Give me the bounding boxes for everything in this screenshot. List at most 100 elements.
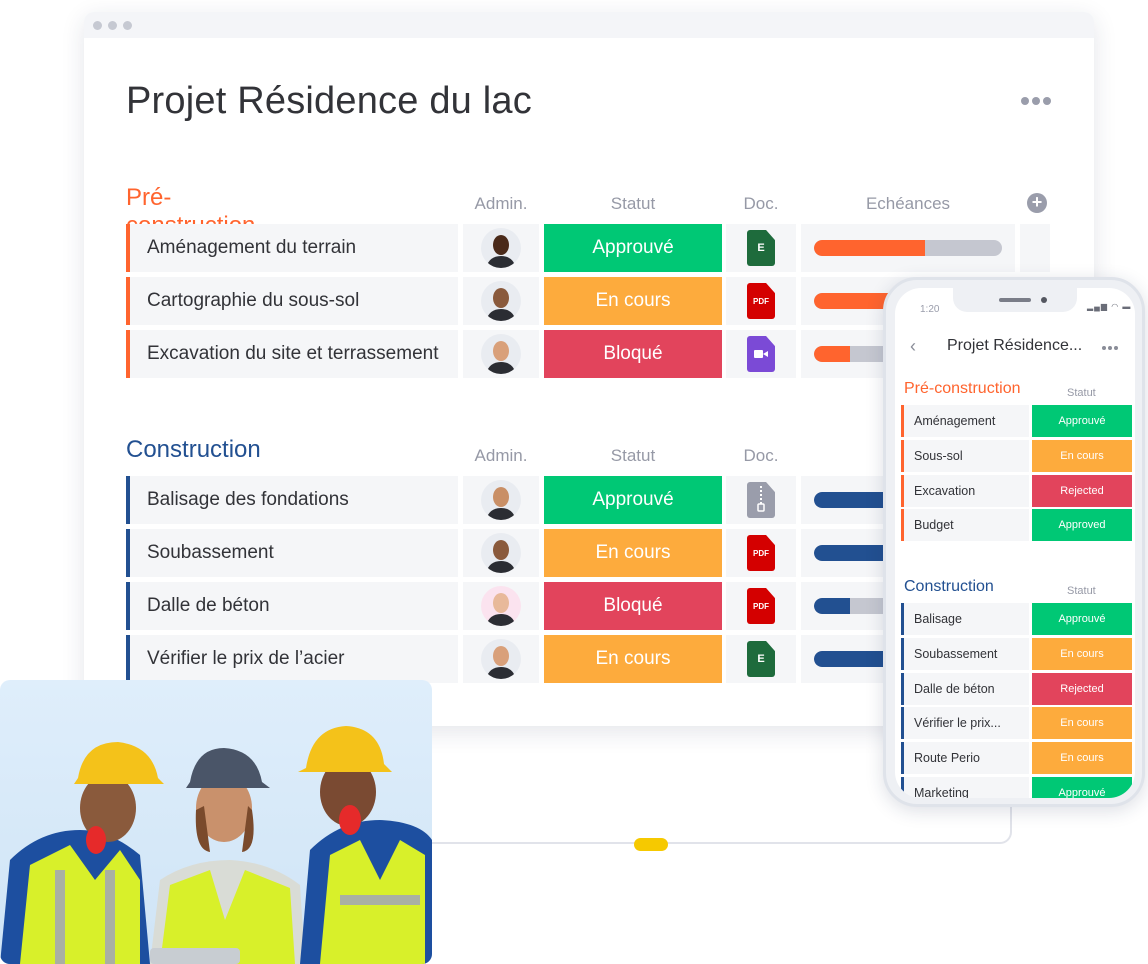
doc-cell[interactable] <box>726 330 796 378</box>
zip-file-icon[interactable] <box>747 482 775 518</box>
item-name[interactable]: Excavation du site et terrassement <box>126 330 458 378</box>
phone-item-name[interactable]: Marketing <box>901 777 1029 798</box>
phone-item-name[interactable]: Vérifier le prix... <box>901 707 1029 740</box>
more-options-icon[interactable] <box>1021 97 1051 105</box>
phone-group-title[interactable]: Construction <box>904 578 994 596</box>
avatar[interactable] <box>481 228 521 268</box>
phone-item-name[interactable]: Dalle de béton <box>901 672 1029 705</box>
timeline-bar[interactable] <box>814 240 1002 256</box>
window-dot-icon[interactable] <box>108 20 117 30</box>
phone-item-name[interactable]: Soubassement <box>901 637 1029 670</box>
status-badge[interactable]: Bloqué <box>544 582 722 630</box>
item-name[interactable]: Vérifier le prix de l’acier <box>126 635 458 683</box>
phone-list-item[interactable]: Route Perio En cours <box>901 742 1132 775</box>
admin-cell[interactable] <box>463 277 539 325</box>
column-header-admin[interactable]: Admin. <box>463 446 539 466</box>
phone-status-badge[interactable]: Approuvé <box>1032 603 1132 635</box>
phone-status-badge[interactable]: En cours <box>1032 637 1132 670</box>
video-file-icon[interactable] <box>747 336 775 372</box>
phone-list-item[interactable]: Dalle de béton Rejected <box>901 672 1132 705</box>
doc-cell[interactable]: E <box>726 635 796 683</box>
phone-list-item[interactable]: Aménagement Approuvé <box>901 405 1132 437</box>
pdf-file-icon[interactable]: PDF <box>747 283 775 319</box>
doc-cell[interactable]: PDF <box>726 582 796 630</box>
phone-item-name[interactable]: Sous-sol <box>901 439 1029 472</box>
deadline-cell[interactable] <box>801 224 1015 272</box>
phone-item-name[interactable]: Route Perio <box>901 742 1029 775</box>
phone-list-item[interactable]: Sous-sol En cours <box>901 439 1132 472</box>
phone-status-badge[interactable]: Approved <box>1032 509 1132 542</box>
avatar[interactable] <box>481 586 521 626</box>
phone-status-badge[interactable]: En cours <box>1032 742 1132 775</box>
column-header-deadlines[interactable]: Echéances <box>801 194 1015 214</box>
phone-status-badge[interactable]: Rejected <box>1032 474 1132 507</box>
phone-item-name[interactable]: Balisage <box>901 603 1029 635</box>
phone-group-title[interactable]: Pré-construction <box>904 380 1021 398</box>
item-name[interactable]: Balisage des fondations <box>126 476 458 524</box>
admin-cell[interactable] <box>463 635 539 683</box>
admin-cell[interactable] <box>463 582 539 630</box>
admin-cell[interactable] <box>463 224 539 272</box>
extra-cell[interactable] <box>1020 224 1050 272</box>
column-header-doc[interactable]: Doc. <box>726 446 796 466</box>
phone-item-name[interactable]: Aménagement <box>901 405 1029 437</box>
admin-cell[interactable] <box>463 476 539 524</box>
avatar[interactable] <box>481 533 521 573</box>
pdf-file-icon[interactable]: PDF <box>747 535 775 571</box>
column-header-status[interactable]: Statut <box>544 194 722 214</box>
phone-list-item[interactable]: Excavation Rejected <box>901 474 1132 507</box>
phone-status-badge[interactable]: Rejected <box>1032 672 1132 705</box>
avatar[interactable] <box>481 334 521 374</box>
avatar[interactable] <box>481 281 521 321</box>
column-header-admin[interactable]: Admin. <box>463 194 539 214</box>
column-header-status[interactable]: Statut <box>544 446 722 466</box>
admin-cell[interactable] <box>463 529 539 577</box>
more-options-icon[interactable] <box>1102 346 1118 350</box>
status-badge[interactable]: En cours <box>544 277 722 325</box>
status-badge[interactable]: En cours <box>544 635 722 683</box>
doc-cell[interactable]: PDF <box>726 277 796 325</box>
table-row[interactable]: Aménagement du terrain Approuvé E <box>126 224 1050 272</box>
table-row[interactable]: Vérifier le prix de l’acier En cours E <box>126 635 1015 683</box>
status-badge[interactable]: En cours <box>544 529 722 577</box>
window-dot-icon[interactable] <box>93 20 102 30</box>
phone-list-item[interactable]: Vérifier le prix... En cours <box>901 707 1132 740</box>
item-name[interactable]: Aménagement du terrain <box>126 224 458 272</box>
status-badge[interactable]: Approuvé <box>544 224 722 272</box>
avatar[interactable] <box>481 639 521 679</box>
phone-list-item[interactable]: Soubassement En cours <box>901 637 1132 670</box>
item-name[interactable]: Soubassement <box>126 529 458 577</box>
phone-status-badge[interactable]: En cours <box>1032 707 1132 740</box>
excel-file-icon[interactable]: E <box>747 641 775 677</box>
doc-cell[interactable] <box>726 476 796 524</box>
admin-cell[interactable] <box>463 330 539 378</box>
table-row[interactable]: Balisage des fondations Approuvé <box>126 476 1015 524</box>
table-row[interactable]: Cartographie du sous-sol En cours PDF <box>126 277 1015 325</box>
phone-list-item[interactable]: Balisage Approuvé <box>901 603 1132 635</box>
avatar[interactable] <box>481 480 521 520</box>
doc-cell[interactable]: E <box>726 224 796 272</box>
window-dot-icon[interactable] <box>123 20 132 30</box>
phone-list-item[interactable]: Budget Approved <box>901 509 1132 542</box>
add-column-icon[interactable]: + <box>1027 193 1047 213</box>
phone-status-badge[interactable]: Approuvé <box>1032 777 1132 798</box>
group-title[interactable]: Construction <box>126 436 261 464</box>
status-badge[interactable]: Bloqué <box>544 330 722 378</box>
phone-item-name[interactable]: Excavation <box>901 474 1029 507</box>
item-name[interactable]: Dalle de béton <box>126 582 458 630</box>
phone-status-badge[interactable]: En cours <box>1032 439 1132 472</box>
item-name[interactable]: Cartographie du sous-sol <box>126 277 458 325</box>
table-row[interactable]: Soubassement En cours PDF <box>126 529 1015 577</box>
doc-cell[interactable]: PDF <box>726 529 796 577</box>
phone-list-item[interactable]: Marketing Approuvé <box>901 777 1132 798</box>
phone-status-badge[interactable]: Approuvé <box>1032 405 1132 437</box>
phone-item-name[interactable]: Budget <box>901 509 1029 542</box>
status-badge[interactable]: Approuvé <box>544 476 722 524</box>
table-row[interactable]: Excavation du site et terrassement Bloqué <box>126 330 1015 378</box>
pdf-file-icon[interactable]: PDF <box>747 588 775 624</box>
excel-file-icon[interactable]: E <box>747 230 775 266</box>
column-header-doc[interactable]: Doc. <box>726 194 796 214</box>
chevron-left-icon[interactable]: ‹ <box>910 336 916 357</box>
table-row[interactable]: Dalle de béton Bloqué PDF <box>126 582 1015 630</box>
phone-column-header-status: Statut <box>1067 387 1096 399</box>
